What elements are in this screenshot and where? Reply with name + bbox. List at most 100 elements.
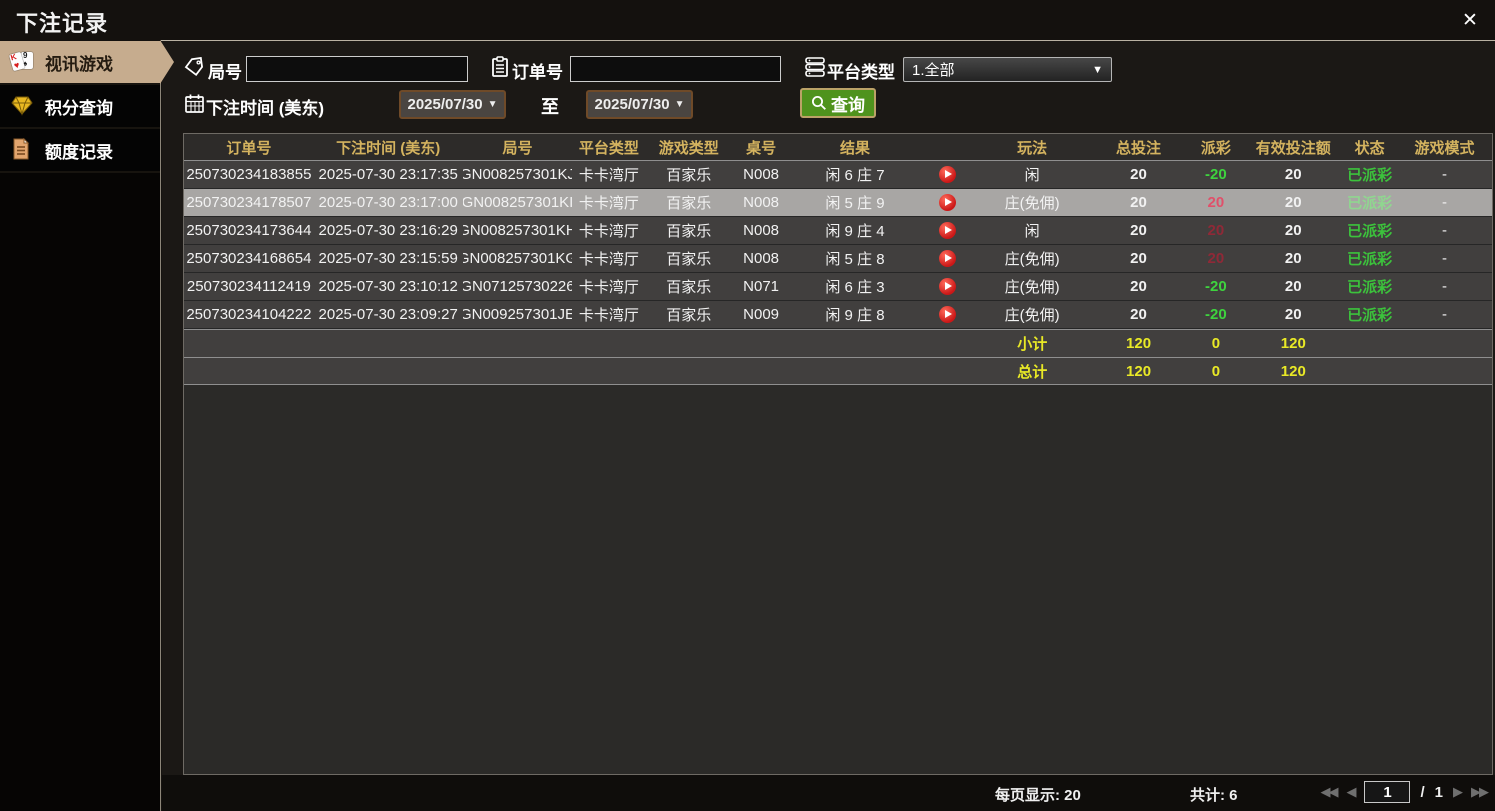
last-page-icon[interactable]: ▶▶: [1471, 784, 1489, 800]
valid-bet-cell: 20: [1284, 250, 1302, 267]
platform-cell: 卡卡湾厅: [578, 279, 639, 296]
play-type-cell: 闲: [1024, 223, 1040, 240]
sidebar-item-label: 积分查询: [45, 98, 113, 118]
playing-cards-icon: 9 ♠ K ♥: [8, 50, 36, 74]
sidebar-item-points-query[interactable]: 积分查询: [0, 85, 160, 129]
payout-cell: 20: [1207, 250, 1225, 267]
table-number-cell: N008: [743, 250, 780, 267]
subtotal-row: 小计 120 0 120: [184, 329, 1492, 357]
replay-cell: [920, 189, 975, 216]
table-row[interactable]: 250730234173644 2025-07-30 23:16:29 GN00…: [184, 217, 1492, 245]
game-type-cell: 百家乐: [666, 195, 712, 212]
play-type-cell: 庄(免佣): [1004, 195, 1060, 212]
play-icon[interactable]: [938, 222, 956, 239]
total-bet-cell: 20: [1130, 278, 1147, 295]
order-number-cell: 250730234104222: [186, 306, 312, 323]
result-cell: 闲 9 庄 8: [825, 307, 885, 324]
bet-time-cell: 2025-07-30 23:17:35: [318, 166, 458, 183]
table-row[interactable]: 250730234183855 2025-07-30 23:17:35 GN00…: [184, 161, 1492, 189]
platform-type-label: 平台类型: [827, 63, 895, 82]
table-row[interactable]: 250730234104222 2025-07-30 23:09:27 GN00…: [184, 301, 1492, 329]
col-header-platform: 平台类型: [578, 139, 639, 157]
sidebar-item-video-games[interactable]: 9 ♠ K ♥ 视讯游戏: [0, 41, 160, 85]
close-icon[interactable]: ✕: [1457, 8, 1483, 34]
col-header-play-type: 玩法: [1017, 139, 1048, 157]
col-header-table: 桌号: [746, 139, 777, 157]
sidebar-item-quota-records[interactable]: 额度记录: [0, 129, 160, 173]
query-button[interactable]: 查询: [800, 88, 876, 118]
col-header-status: 状态: [1354, 139, 1385, 157]
platform-cell: 卡卡湾厅: [578, 223, 639, 240]
bet-records-table: 订单号 下注时间 (美东) 局号 平台类型 游戏类型 桌号 结果 玩法 总投注 …: [183, 133, 1493, 775]
grand-total-payout: 0: [1211, 362, 1221, 380]
result-cell: 闲 6 庄 7: [825, 167, 885, 184]
first-page-icon[interactable]: ◀◀: [1320, 784, 1338, 800]
status-badge: 已派彩: [1347, 223, 1393, 240]
payout-cell: -20: [1205, 166, 1227, 183]
page-title: 下注记录: [16, 11, 109, 36]
total-bet-cell: 20: [1130, 222, 1147, 239]
total-pages-label: 1: [1434, 783, 1443, 801]
col-header-game-type: 游戏类型: [658, 139, 719, 157]
table-number-cell: N009: [743, 306, 780, 323]
next-page-icon[interactable]: ▶: [1453, 784, 1463, 800]
total-bet-cell: 20: [1130, 306, 1147, 323]
col-header-round: 局号: [502, 139, 533, 157]
payout-cell: 20: [1207, 194, 1225, 211]
game-type-cell: 百家乐: [666, 307, 712, 324]
round-number-cell: GN008257301KJ: [462, 166, 573, 183]
play-icon[interactable]: [938, 306, 956, 323]
table-row[interactable]: 250730234178507 2025-07-30 23:17:00 GN00…: [184, 189, 1492, 217]
table-row[interactable]: 250730234168654 2025-07-30 23:15:59 GN00…: [184, 245, 1492, 273]
round-number-cell: GN008257301KI: [462, 194, 573, 211]
result-cell: 闲 5 庄 8: [825, 251, 885, 268]
replay-cell: [920, 217, 975, 244]
total-count-label: 共计: 6: [1190, 787, 1238, 804]
prev-page-icon[interactable]: ◀: [1346, 784, 1356, 800]
valid-bet-cell: 20: [1284, 194, 1302, 211]
chevron-down-icon: ▼: [1092, 63, 1103, 76]
sidebar: 9 ♠ K ♥ 视讯游戏 积分查询 额度记录: [0, 41, 161, 811]
table-number-cell: N008: [743, 166, 780, 183]
order-number-input[interactable]: [570, 56, 781, 82]
query-button-label: 查询: [831, 95, 865, 115]
col-header-result: 结果: [839, 139, 870, 157]
table-header-row: 订单号 下注时间 (美东) 局号 平台类型 游戏类型 桌号 结果 玩法 总投注 …: [184, 134, 1492, 161]
play-type-cell: 庄(免佣): [1004, 307, 1060, 324]
platform-cell: 卡卡湾厅: [578, 195, 639, 212]
col-header-replay: [920, 134, 975, 160]
col-header-order: 订单号: [226, 139, 272, 157]
platform-type-select[interactable]: 1.全部 ▼: [903, 57, 1112, 82]
bet-time-label: 下注时间 (美东): [206, 99, 325, 118]
chevron-down-icon: ▼: [487, 99, 498, 110]
page-number-input[interactable]: [1364, 781, 1411, 803]
round-number-input[interactable]: [246, 56, 468, 82]
total-bet-cell: 20: [1130, 250, 1147, 267]
sidebar-item-label: 额度记录: [45, 142, 113, 162]
result-cell: 闲 9 庄 4: [825, 223, 885, 240]
order-number-label: 订单号: [512, 63, 563, 82]
play-type-cell: 庄(免佣): [1004, 279, 1060, 296]
date-from-value: 2025/07/30: [407, 96, 483, 113]
valid-bet-cell: 20: [1284, 306, 1302, 323]
calendar-icon: [184, 93, 204, 113]
table-body: 250730234183855 2025-07-30 23:17:35 GN00…: [184, 161, 1492, 329]
date-from-picker[interactable]: 2025/07/30 ▼: [399, 90, 506, 119]
col-header-valid-bet: 有效投注额: [1255, 139, 1331, 157]
play-icon[interactable]: [938, 166, 956, 183]
game-type-cell: 百家乐: [666, 167, 712, 184]
date-to-picker[interactable]: 2025/07/30 ▼: [586, 90, 693, 119]
col-header-total-bet: 总投注: [1116, 139, 1162, 157]
table-row[interactable]: 250730234112419 2025-07-30 23:10:12 GN07…: [184, 273, 1492, 301]
payout-cell: -20: [1205, 278, 1227, 295]
status-badge: 已派彩: [1347, 195, 1393, 212]
footer-bar: 每页显示: 20 共计: 6 ◀◀ ◀ / 1 ▶ ▶▶: [162, 775, 1495, 811]
play-icon[interactable]: [938, 194, 956, 211]
title-bar: 下注记录 ✕: [0, 0, 1495, 41]
tag-icon: [184, 57, 204, 77]
date-to-value: 2025/07/30: [594, 96, 670, 113]
play-icon[interactable]: [938, 250, 956, 267]
play-icon[interactable]: [938, 278, 956, 295]
game-mode-cell: -: [1442, 278, 1448, 295]
col-header-time: 下注时间 (美东): [336, 139, 441, 157]
